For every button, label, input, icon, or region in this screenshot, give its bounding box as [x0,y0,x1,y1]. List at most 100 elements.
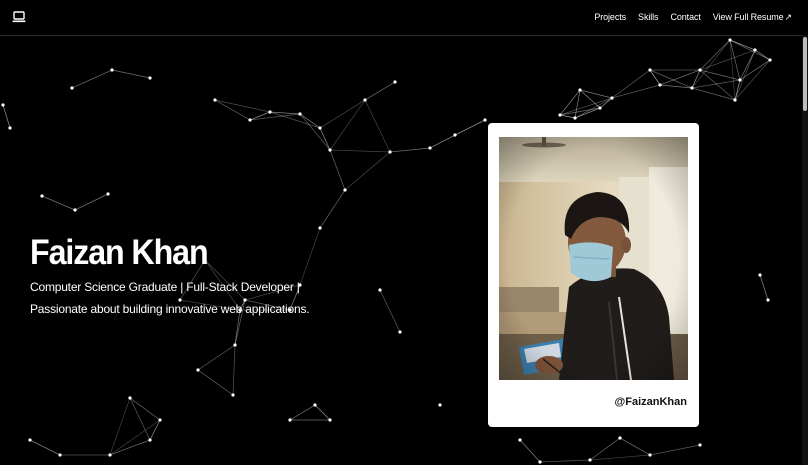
network-edge [589,454,651,461]
network-edge [691,39,731,89]
view-resume-label: View Full Resume [712,12,784,22]
network-node [213,98,217,102]
network-edge [41,195,76,211]
nav-links: Projects Skills Contact View Full Resume… [594,12,792,23]
network-edge [389,147,431,153]
network-edge [559,89,581,116]
network-node [648,453,652,457]
network-node [573,116,577,120]
nav-link-contact[interactable]: Contact [670,12,700,23]
network-edge [379,289,401,333]
network-edge [759,274,769,301]
network-node [268,110,272,114]
network-node [148,438,152,442]
network-edge [659,84,693,89]
network-node [70,86,74,90]
network-node [738,78,742,82]
network-edge [129,397,161,421]
network-edge [574,89,581,119]
network-node [108,453,112,457]
network-node [598,106,602,110]
network-node [233,343,237,347]
network-node [658,83,662,87]
network-node [610,96,614,100]
network-edge [2,104,11,129]
network-edge [364,99,391,153]
network-edge [589,437,621,461]
network-node [28,438,32,442]
scrollbar-thumb[interactable] [803,37,807,111]
network-edge [574,107,601,119]
network-node [248,118,252,122]
network-edge [214,99,251,121]
network-edge [329,149,346,191]
network-edge [344,151,391,191]
network-edge [74,193,109,211]
network-edge [691,87,736,101]
laptop-icon[interactable] [12,11,26,23]
network-edge [149,419,161,441]
network-edge [319,99,366,129]
network-node [483,118,487,122]
network-edge [559,107,601,116]
network-edge [109,397,131,456]
network-node [428,146,432,150]
network-node [196,368,200,372]
network-node [618,436,622,440]
network-node [698,443,702,447]
network-node [393,80,397,84]
network-node [148,76,152,80]
scrollbar-track[interactable] [802,35,808,465]
nav-link-skills[interactable]: Skills [638,12,659,23]
network-edge [454,119,486,136]
network-edge [519,439,541,463]
network-node [648,68,652,72]
network-node [518,438,522,442]
profile-photo [499,137,688,380]
network-edge [611,69,651,99]
network-edge [329,149,391,153]
network-edge [71,69,113,89]
profile-card: @FaizanKhan [488,123,699,427]
network-edge [299,113,331,151]
network-node [158,418,162,422]
network-node [318,226,322,230]
network-edge [319,189,346,229]
page: Projects Skills Contact View Full Resume… [0,0,808,465]
network-node [690,86,694,90]
network-edge [699,39,731,71]
network-node [766,298,770,302]
network-edge [214,99,271,113]
network-node [318,126,322,130]
network-node [768,58,772,62]
network-edge [109,439,151,456]
network-edge [649,444,701,456]
network-edge [109,419,161,456]
network-node [106,192,110,196]
hero-name: Faizan Khan [30,233,209,272]
network-node [40,194,44,198]
network-node [328,148,332,152]
network-edge [619,437,651,456]
network-edge [232,344,236,396]
network-edge [599,97,613,109]
network-node [58,453,62,457]
network-node [453,133,457,137]
network-node [128,396,132,400]
network-node [388,150,392,154]
network-node [378,288,382,292]
network-node [231,393,235,397]
network-edge [559,114,576,119]
network-node [298,112,302,116]
network-edge [734,49,756,101]
network-edge [29,439,61,456]
network-edge [197,369,234,396]
network-edge [329,99,366,151]
network-node [538,460,542,464]
network-node [733,98,737,102]
nav-link-projects[interactable]: Projects [594,12,626,23]
network-edge [364,81,396,101]
view-resume-link[interactable]: View Full Resume↗ [713,12,792,23]
network-node [313,403,317,407]
network-node [558,113,562,117]
